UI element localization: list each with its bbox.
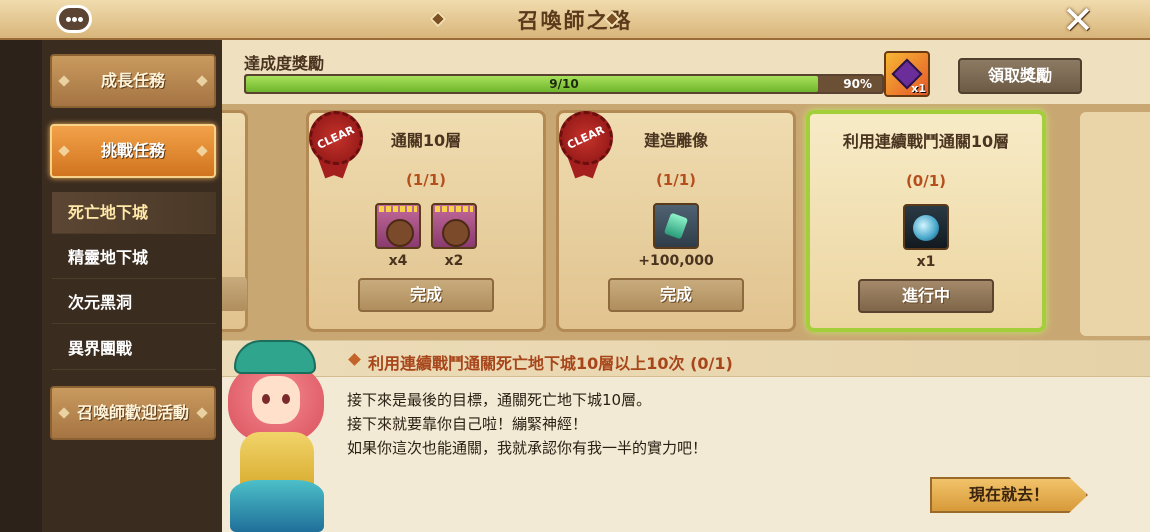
description-title: 利用連續戰鬥通關死亡地下城10層以上10次 (0/1) [368, 354, 733, 373]
reward-item[interactable]: +100,000 [621, 203, 731, 269]
quest-card-partial [222, 110, 248, 332]
achievement-progress: 達成度獎勵 9/10 90% x1 領取獎勵 [222, 40, 1150, 104]
complete-button[interactable]: 完成 [358, 278, 494, 312]
reward-scroll-icon[interactable]: x1 [884, 51, 930, 97]
dialogue-line: 如果你這次也能通關，我就承認你有我一半的實力吧！ [347, 439, 708, 457]
dialogue-line: 接下來就要靠你自己啦！繃緊神經！ [347, 415, 588, 433]
main-panel: 達成度獎勵 9/10 90% x1 領取獎勵 CLEAR 通關10層 (1/1)… [222, 40, 1150, 532]
progress-text: 9/10 [549, 77, 579, 91]
dialogue-line: 接下來是最後的目標，通關死亡地下城10層。 [347, 391, 652, 409]
go-now-button[interactable]: 現在就去！ [930, 477, 1088, 513]
reward-qty: x1 [911, 82, 926, 95]
quest-description: 利用連續戰鬥通關死亡地下城10層以上10次 (0/1) 接下來是最後的目標，通關… [222, 340, 1150, 532]
progress-bar: 9/10 90% [244, 74, 884, 94]
npc-character [222, 340, 332, 532]
in-progress-button[interactable]: 進行中 [858, 279, 994, 313]
quest-title: 利用連續戰鬥通關10層 [842, 132, 1010, 151]
progress-label: 達成度獎勵 [244, 54, 325, 73]
page-title: 召喚師之路 [517, 9, 633, 33]
quest-title: 建造雕像 [643, 131, 708, 150]
category-label: 挑戰任務 [100, 141, 165, 160]
sidebar-item-dimension-hole[interactable]: 次元黑洞 [52, 282, 216, 324]
rune-icon [375, 203, 421, 249]
game-screen: 召喚師之路 ✕ 成長任務 挑戰任務 死亡地下城 精靈地下城 次元黑洞 異界團戰 … [0, 0, 1150, 532]
quest-cards: CLEAR 通關10層 (1/1) x4 x2 完成 CLEAR 建造雕像 (1… [222, 104, 1150, 340]
claim-reward-button[interactable]: 領取獎勵 [958, 58, 1082, 94]
quest-count: (1/1) [405, 171, 447, 189]
quest-count: (1/1) [655, 171, 697, 189]
complete-button[interactable]: 完成 [608, 278, 744, 312]
diamond-icon [348, 353, 361, 366]
category-label: 召喚師歡迎活動 [76, 403, 189, 422]
title-bar: 召喚師之路 ✕ [0, 0, 1150, 40]
close-icon[interactable]: ✕ [1060, 1, 1096, 39]
progress-percent: 90% [843, 77, 872, 91]
quest-card: CLEAR 通關10層 (1/1) x4 x2 完成 [300, 104, 546, 332]
quest-card: CLEAR 建造雕像 (1/1) +100,000 完成 [550, 104, 796, 332]
category-challenge-quests[interactable]: 挑戰任務 [50, 124, 216, 178]
rune-icon [431, 203, 477, 249]
category-welcome-event[interactable]: 召喚師歡迎活動 [50, 386, 216, 440]
reward-item[interactable]: x4 [374, 203, 422, 269]
orb-icon [903, 204, 949, 250]
sidebar: 成長任務 挑戰任務 死亡地下城 精靈地下城 次元黑洞 異界團戰 召喚師歡迎活動 [0, 40, 222, 532]
quest-count: (0/1) [905, 172, 947, 190]
category-label: 成長任務 [100, 71, 165, 90]
quest-card-current: 利用連續戰鬥通關10層 (0/1) x1 進行中 [806, 110, 1046, 332]
quest-title: 通關10層 [390, 131, 462, 150]
sidebar-item-death-dungeon[interactable]: 死亡地下城 [52, 192, 216, 234]
crystal-icon [653, 203, 699, 249]
sidebar-item-raid[interactable]: 異界團戰 [52, 328, 216, 370]
reward-item[interactable]: x2 [430, 203, 478, 269]
sidebar-item-spirit-dungeon[interactable]: 精靈地下城 [52, 237, 216, 279]
reward-item[interactable]: x1 [902, 204, 950, 270]
category-growth-quests[interactable]: 成長任務 [50, 54, 216, 108]
